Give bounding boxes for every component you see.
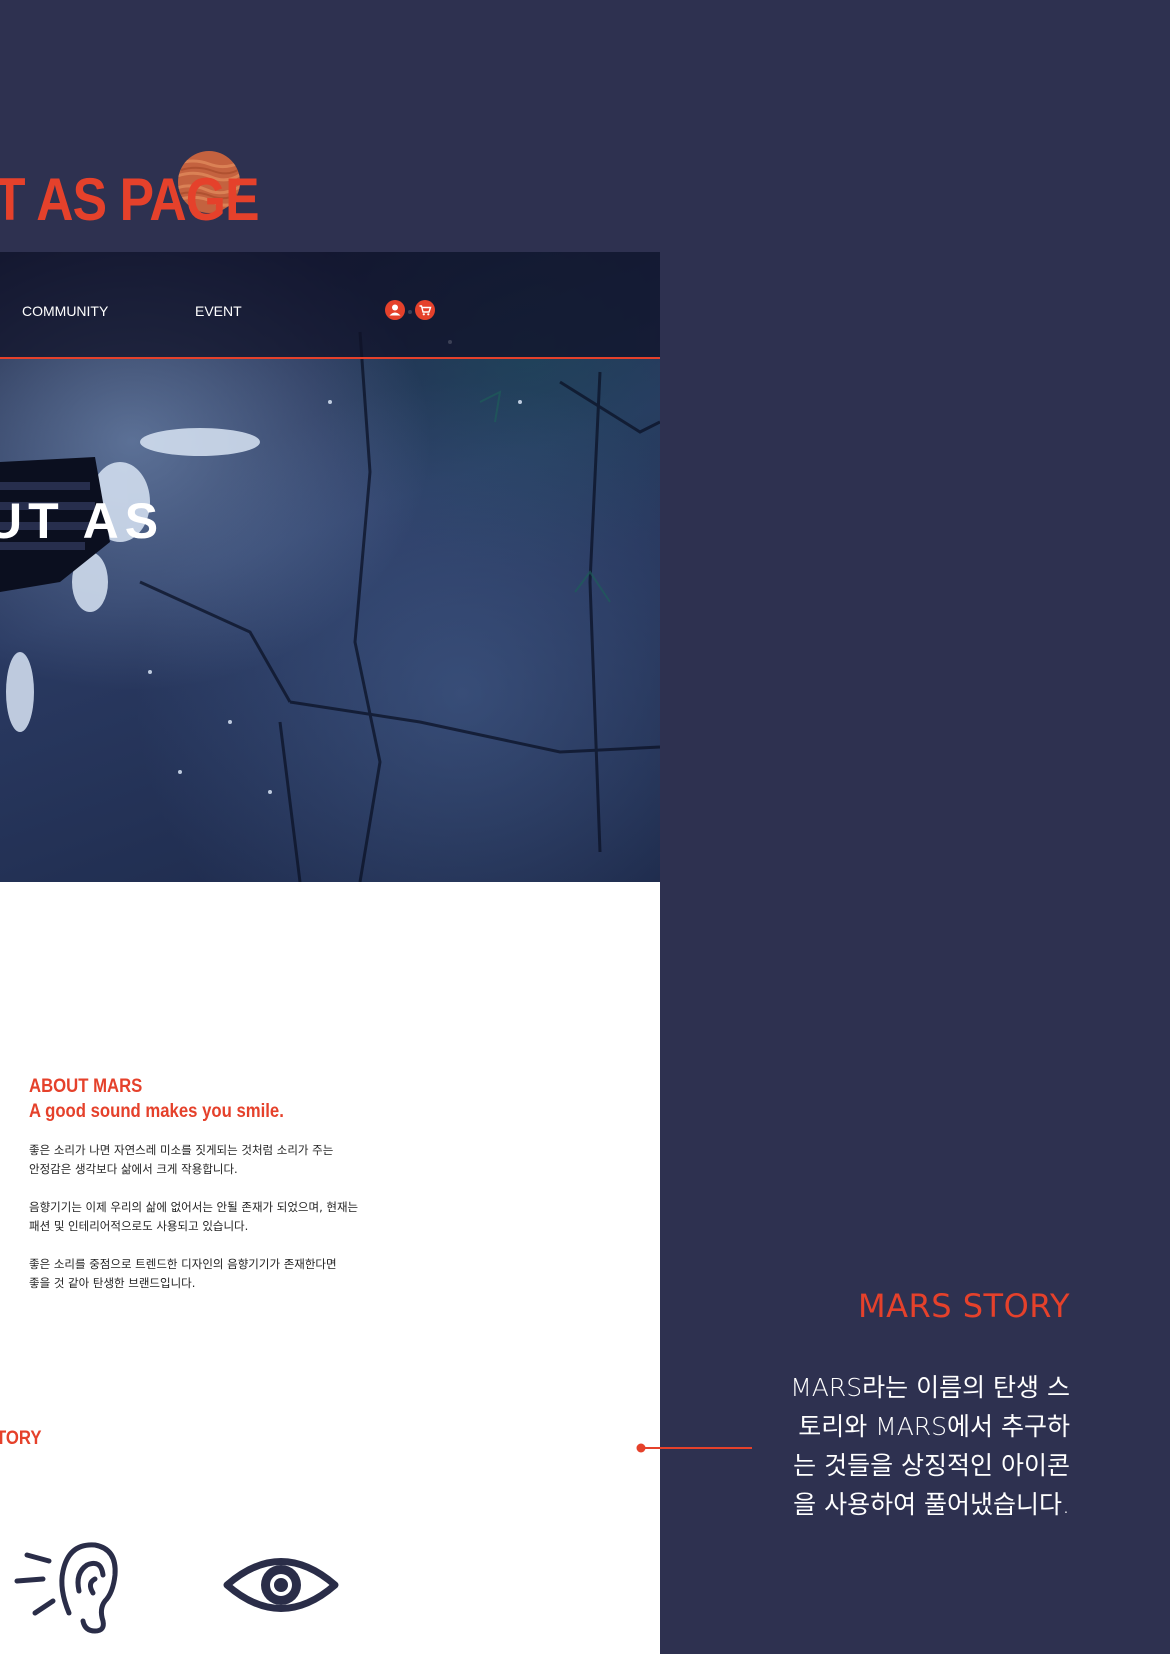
story-title: MARS STORY	[858, 1287, 1070, 1325]
about-paragraph-line: 좋을 것 같아 탄생한 브랜드입니다.	[29, 1276, 196, 1290]
cart-icon-glyph	[419, 305, 432, 316]
about-paragraph: 좋은 소리가 나면 자연스레 미소를 짓게되는 것처럼 소리가 주는 안정감은 …	[29, 1141, 409, 1179]
about-subheading: A good sound makes you smile.	[29, 1101, 284, 1122]
ear-icon	[14, 1542, 118, 1634]
story-line: 토리와 MARS에서 추구하	[798, 1412, 1070, 1441]
about-paragraph: 좋은 소리를 중점으로 트렌드한 디자인의 음향기기가 존재한다면 좋을 것 같…	[29, 1255, 409, 1293]
about-paragraph-line: 음향기기는 이제 우리의 삶에 없어서는 안될 존재가 되었으며, 현재는	[29, 1200, 359, 1214]
about-paragraph: 음향기기는 이제 우리의 삶에 없어서는 안될 존재가 되었으며, 현재는 패션…	[29, 1198, 409, 1236]
user-icon-glyph	[389, 304, 401, 316]
connector-line	[636, 1443, 752, 1453]
story-description: MARS라는 이름의 탄생 스 토리와 MARS에서 추구하 는 것들을 상징적…	[740, 1368, 1070, 1524]
hero-banner: COMMUNITY EVENT UT AS	[0, 252, 660, 882]
story-section-label: TORY	[0, 1428, 42, 1449]
about-panel: ABOUT MARS A good sound makes you smile.…	[0, 882, 660, 1654]
user-icon[interactable]	[385, 300, 405, 320]
nav-link-community[interactable]: COMMUNITY	[22, 303, 108, 319]
cart-icon[interactable]	[415, 300, 435, 320]
hero-heading: UT AS	[0, 493, 165, 549]
about-paragraph-line: 안정감은 생각보다 삶에서 크게 작용합니다.	[29, 1162, 238, 1176]
story-line: 는 것들을 상징적인 아이콘	[793, 1451, 1070, 1480]
about-paragraph-line: 좋은 소리를 중점으로 트렌드한 디자인의 음향기기가 존재한다면	[29, 1257, 337, 1271]
page-title: T AS PAGE	[0, 166, 259, 233]
about-paragraph-line: 좋은 소리가 나면 자연스레 미소를 짓게되는 것처럼 소리가 주는	[29, 1143, 334, 1157]
about-paragraph-line: 패션 및 인테리어적으로도 사용되고 있습니다.	[29, 1219, 249, 1233]
about-heading: ABOUT MARS	[29, 1076, 143, 1097]
story-line: 을 사용하여 풀어냈습니다.	[793, 1490, 1070, 1519]
nav-bar: COMMUNITY EVENT	[0, 252, 660, 359]
story-line: MARS라는 이름의 탄생 스	[790, 1373, 1070, 1402]
eye-icon	[223, 1558, 339, 1612]
nav-link-event[interactable]: EVENT	[195, 303, 242, 319]
